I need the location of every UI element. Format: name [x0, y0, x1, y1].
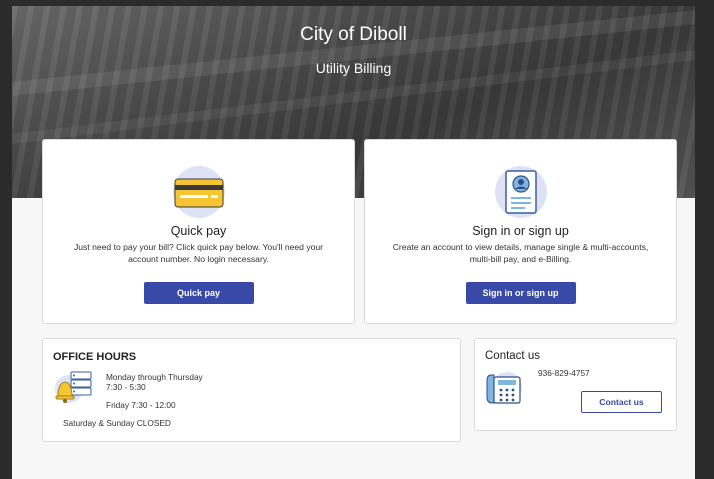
weekdays-label: Monday through Thursday: [106, 372, 203, 382]
quick-pay-description: Just need to pay your bill? Click quick …: [73, 242, 324, 264]
contact-phone: 936-829-4757: [538, 368, 590, 378]
page-frame: City of Diboll Utility Billing Quick pay…: [12, 6, 695, 479]
page-title: City of Diboll: [300, 24, 407, 45]
desk-phone-icon: [485, 367, 525, 407]
contact-us-button[interactable]: Contact us: [581, 391, 662, 413]
sign-in-title: Sign in or sign up: [472, 224, 569, 238]
friday-hours: Friday 7:30 - 12:00: [106, 400, 176, 410]
quick-pay-button[interactable]: Quick pay: [143, 282, 254, 304]
quick-pay-card: Quick pay Just need to pay your bill? Cl…: [42, 139, 355, 324]
credit-card-icon: [172, 166, 225, 218]
office-hours-title: OFFICE HOURS: [53, 351, 137, 363]
office-hours-card: OFFICE HOURS Monday through Thursday 7:3…: [42, 338, 461, 442]
user-profile-document-icon: [494, 166, 547, 218]
contact-title: Contact us: [485, 350, 540, 362]
bell-server-icon: [54, 369, 94, 405]
page-subtitle: Utility Billing: [315, 60, 392, 76]
weekend-hours: Saturday & Sunday CLOSED: [63, 418, 171, 428]
contact-card: Contact us 936-829-4757 Contact us: [474, 338, 677, 431]
sign-in-button[interactable]: Sign in or sign up: [465, 282, 576, 304]
hero-ledge-decoration: [12, 10, 695, 96]
sign-in-description: Create an account to view details, manag…: [392, 242, 649, 264]
sign-in-card: Sign in or sign up Create an account to …: [364, 139, 677, 324]
quick-pay-title: Quick pay: [170, 224, 227, 238]
weekdays-hours: 7:30 - 5:30: [106, 382, 146, 392]
